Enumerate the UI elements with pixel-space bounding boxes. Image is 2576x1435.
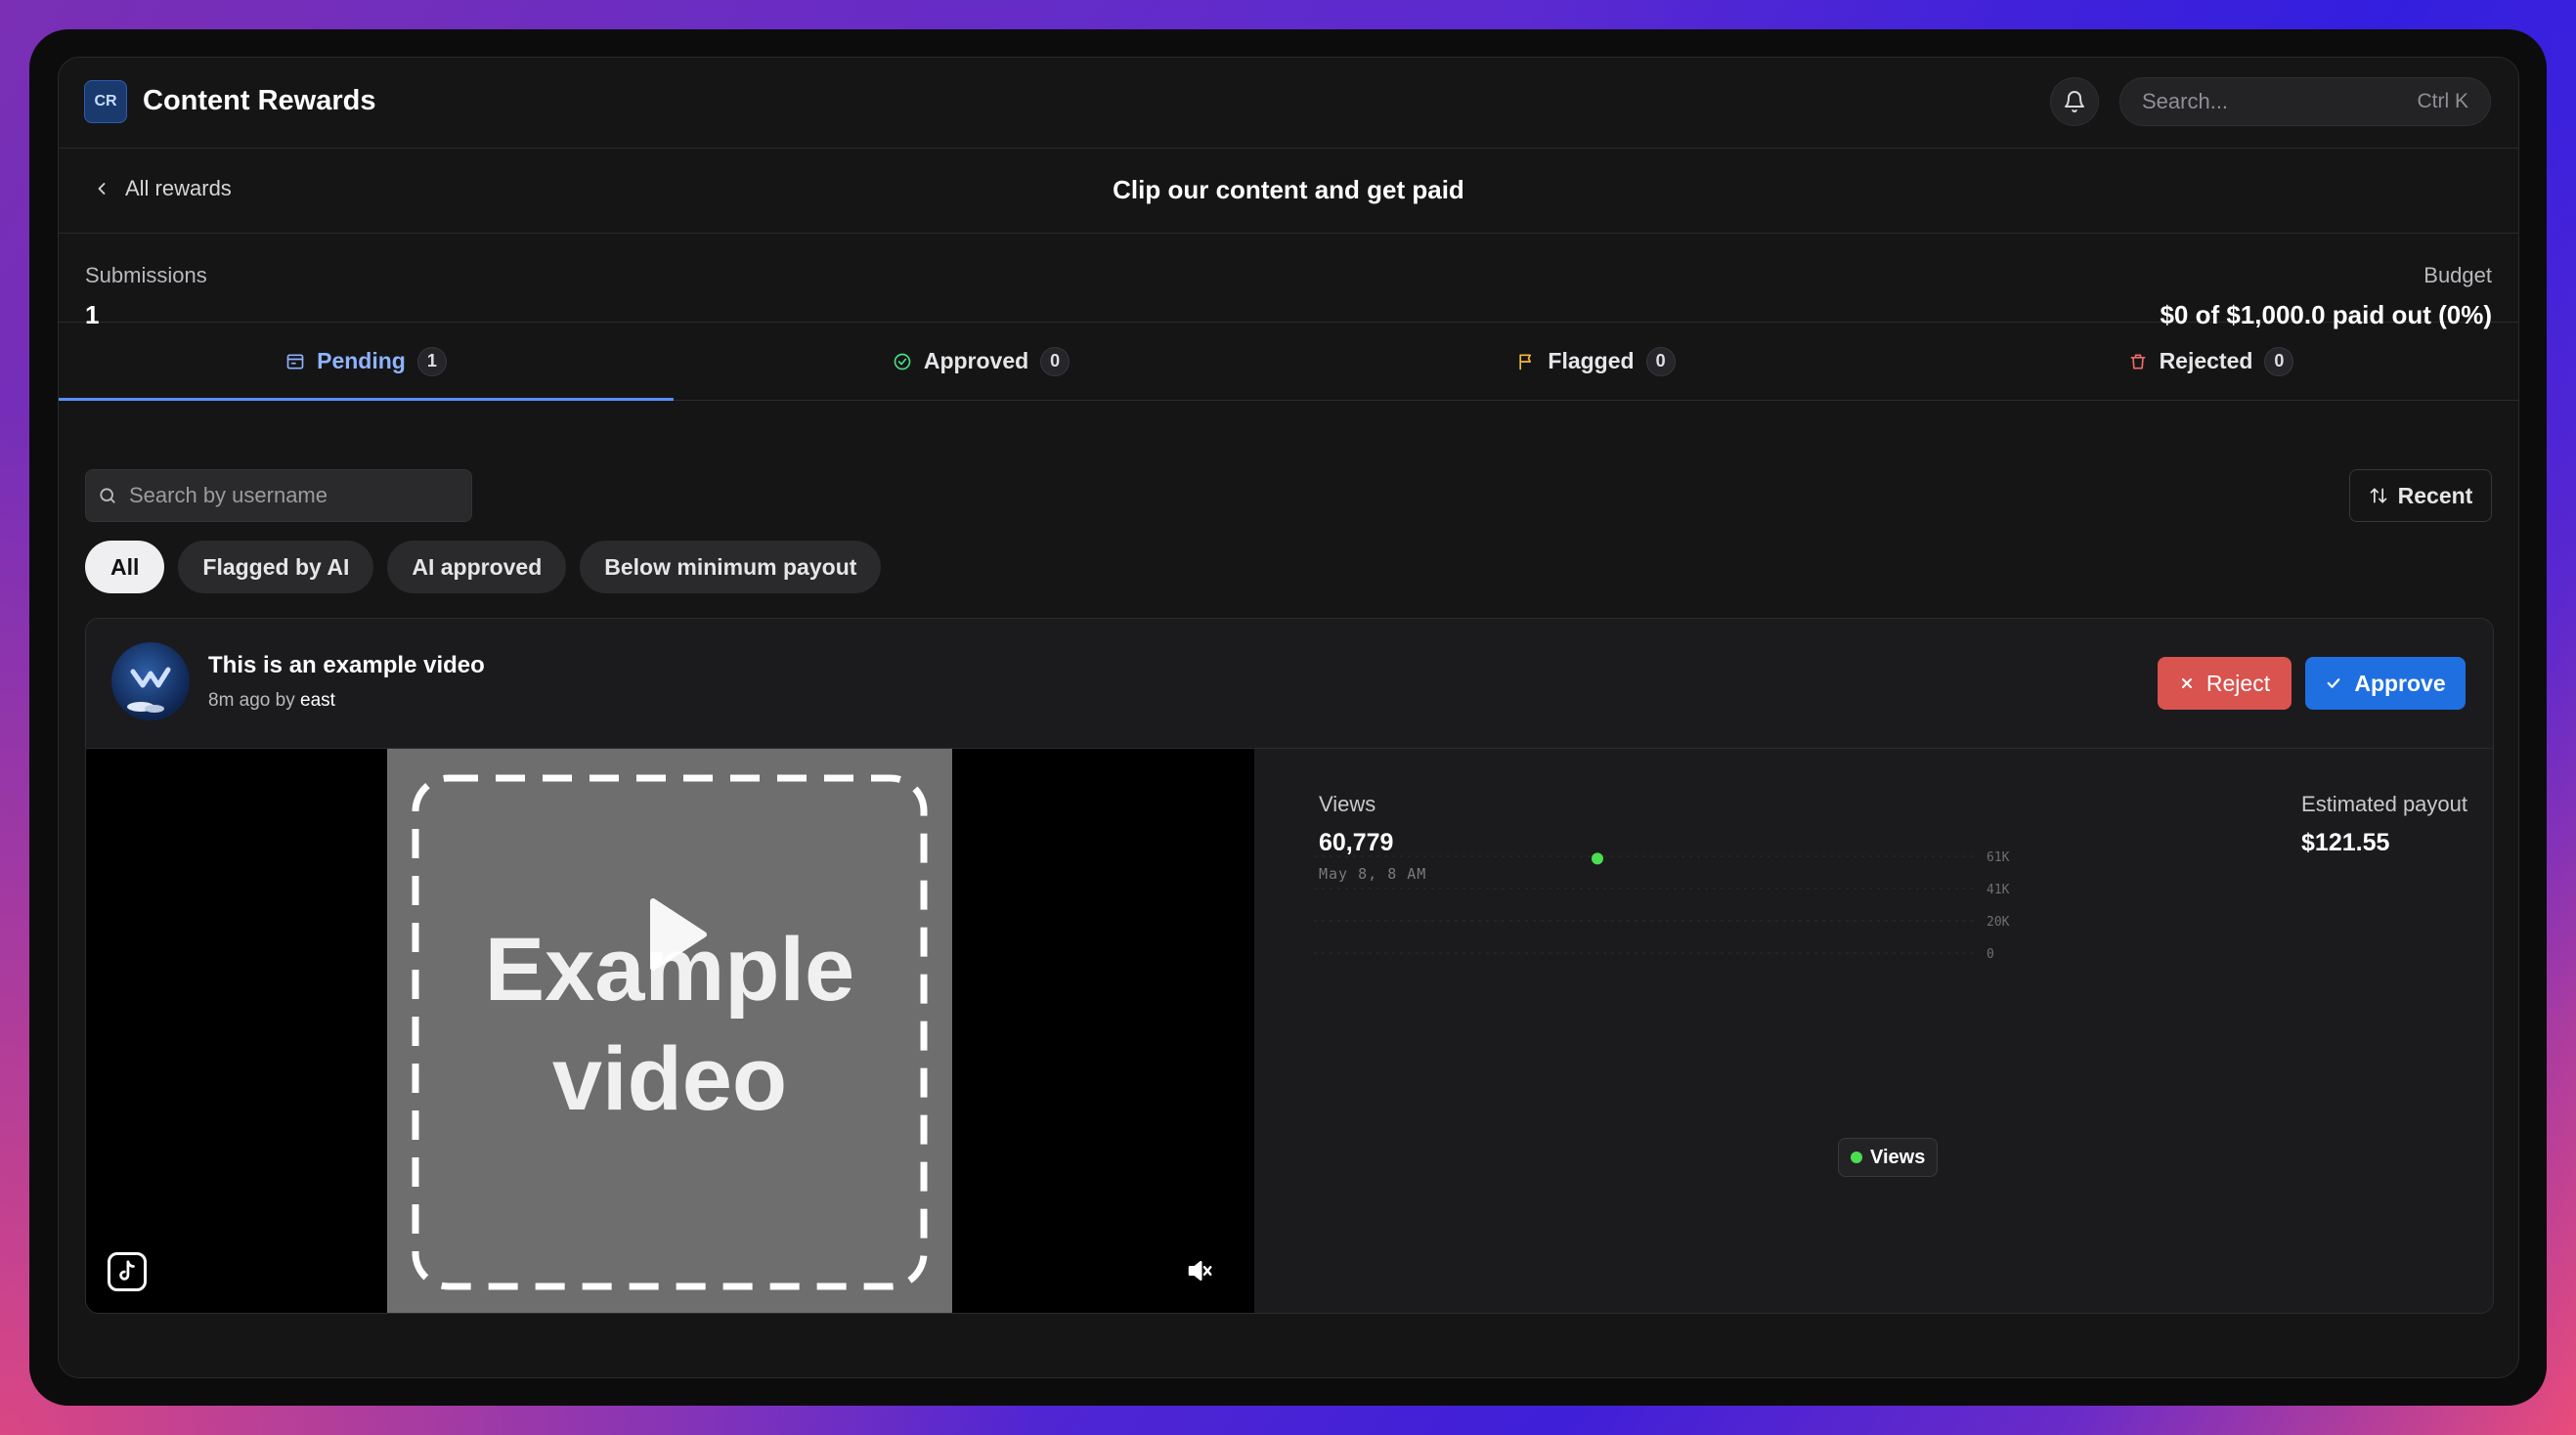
submission-author[interactable]: east <box>300 690 335 711</box>
tab-pending[interactable]: Pending 1 <box>59 323 674 401</box>
tab-pending-label: Pending <box>317 348 406 373</box>
budget-stat: Budget $0 of $1,000.0 paid out (0%) <box>2160 263 2492 330</box>
submission-time: 8m ago by <box>208 690 295 711</box>
sort-arrows-icon <box>2370 488 2386 503</box>
tab-rejected-label: Rejected <box>2159 348 2253 373</box>
trash-icon <box>2130 354 2146 369</box>
tab-pending-count: 1 <box>416 346 447 376</box>
sort-button[interactable]: Recent <box>2349 469 2492 522</box>
avatar-image <box>127 667 171 713</box>
submission-card: This is an example video 8m ago by east … <box>85 618 2494 1314</box>
tab-flagged[interactable]: Flagged 0 <box>1288 323 1903 400</box>
search-shortcut: Ctrl K <box>2417 90 2469 112</box>
search-placeholder: Search... <box>2142 89 2229 113</box>
chart-legend[interactable]: Views <box>1838 1138 1939 1177</box>
submissions-stat: Submissions 1 <box>85 263 207 330</box>
video-text-line-2: video <box>552 1029 787 1129</box>
app-title: Content Rewards <box>143 85 376 116</box>
y-tick-label: 61K <box>1987 850 2010 865</box>
y-tick-label: 20K <box>1987 915 2010 930</box>
play-icon[interactable] <box>643 895 712 974</box>
check-circle-icon <box>894 353 911 370</box>
approve-button[interactable]: Approve <box>2305 657 2466 710</box>
filter-chips: All Flagged by AI AI approved Below mini… <box>85 541 882 593</box>
top-bar: CR Content Rewards Search... Ctrl K <box>59 58 2518 149</box>
legend-label: Views <box>1870 1146 1926 1168</box>
chip-all[interactable]: All <box>85 541 165 593</box>
tab-rejected-count: 0 <box>2264 346 2294 376</box>
inbox-icon <box>286 354 304 369</box>
reject-label: Reject <box>2205 670 2271 696</box>
username-search-input[interactable]: Search by username <box>85 469 472 522</box>
chip-ai-approved[interactable]: AI approved <box>387 541 567 593</box>
global-search-input[interactable]: Search... Ctrl K <box>2119 77 2491 126</box>
check-icon <box>2327 678 2340 688</box>
tab-approved-label: Approved <box>923 348 1029 373</box>
page-title: Clip our content and get paid <box>1113 175 1464 204</box>
views-chart: 61K 41K 20K 0 <box>1314 850 2010 962</box>
tiktok-glyph <box>119 1260 135 1281</box>
video-thumbnail-art: Example video <box>412 774 928 1290</box>
reject-button[interactable]: Reject <box>2158 657 2292 710</box>
sort-label: Recent <box>2397 482 2473 508</box>
notifications-button[interactable] <box>2050 77 2099 126</box>
submission-title: This is an example video <box>208 652 485 678</box>
video-thumbnail: Example video <box>387 749 952 1313</box>
budget-label: Budget <box>2423 263 2492 287</box>
stats-bar: Submissions 1 Budget $0 of $1,000.0 paid… <box>59 234 2518 329</box>
tiktok-icon[interactable] <box>108 1252 147 1291</box>
tab-approved-count: 0 <box>1040 346 1070 376</box>
tab-approved[interactable]: Approved 0 <box>674 323 1288 400</box>
tab-flagged-count: 0 <box>1645 346 1676 376</box>
tab-rejected[interactable]: Rejected 0 <box>1903 323 2518 400</box>
approve-label: Approve <box>2354 670 2446 696</box>
chart-point[interactable] <box>1592 852 1603 865</box>
y-tick-label: 41K <box>1987 883 2010 897</box>
legend-dot <box>1851 1152 1862 1163</box>
submission-meta: 8m ago by east <box>208 690 335 712</box>
avatar[interactable] <box>111 642 190 720</box>
tab-flagged-label: Flagged <box>1548 348 1635 373</box>
app-logo[interactable]: CR <box>84 80 127 123</box>
username-search-placeholder: Search by username <box>129 483 327 507</box>
chip-below-minimum-payout[interactable]: Below minimum payout <box>580 541 882 593</box>
video-player[interactable]: Example video <box>86 749 1254 1313</box>
chip-flagged-by-ai[interactable]: Flagged by AI <box>178 541 374 593</box>
y-tick-label: 0 <box>1987 947 1994 962</box>
search-icon <box>100 488 115 503</box>
flag-icon <box>1519 354 1532 370</box>
submission-header: This is an example video 8m ago by east … <box>86 619 2493 749</box>
muted-speaker-icon[interactable] <box>1185 1256 1214 1285</box>
metrics-panel: Views 60,779 May 8, 8 AM Estimated payou… <box>1255 749 2493 1313</box>
app-window: CR Content Rewards Search... Ctrl K All … <box>58 57 2519 1378</box>
page-header: All rewards Clip our content and get pai… <box>59 149 2518 234</box>
close-icon <box>2181 678 2192 688</box>
status-tabs: Pending 1 Approved 0 Flagged 0 Rejected … <box>59 323 2518 401</box>
submissions-label: Submissions <box>85 263 207 287</box>
bell-icon <box>2065 91 2084 112</box>
